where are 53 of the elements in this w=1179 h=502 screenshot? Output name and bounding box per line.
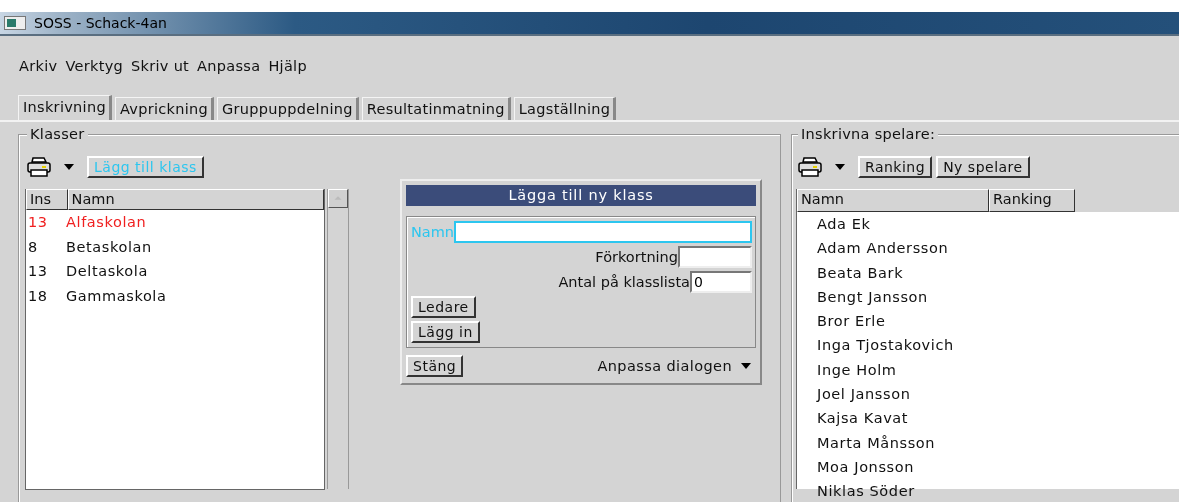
menu-item[interactable]: Skriv ut xyxy=(131,58,190,74)
printer-icon[interactable] xyxy=(27,157,51,177)
input-field[interactable] xyxy=(454,221,752,243)
tab[interactable]: Lagställning xyxy=(513,97,617,120)
column-header[interactable]: Namn xyxy=(67,189,324,210)
player-row[interactable]: Bengt Jansson xyxy=(797,284,1179,310)
close-button[interactable]: Stäng xyxy=(406,355,464,377)
player-row[interactable]: Moa Jonsson xyxy=(797,454,1179,480)
class-row[interactable]: 18 Gammaskola xyxy=(26,283,324,308)
menu-item[interactable]: Arkiv xyxy=(19,58,58,74)
column-header[interactable]: Namn xyxy=(797,189,989,212)
field-label: Antal på klasslista xyxy=(558,274,690,290)
class-row[interactable]: 13 Alfaskolan xyxy=(26,210,324,235)
tab[interactable]: Resultatinmatning xyxy=(361,97,511,120)
group-title: Inskrivna spelare: xyxy=(798,126,939,142)
dialog-button[interactable]: Lägg in xyxy=(411,321,480,343)
dialog-button[interactable]: Ledare xyxy=(411,296,476,318)
field-label: Namn xyxy=(411,224,455,240)
menu-item[interactable]: Hjälp xyxy=(268,58,307,74)
player-row[interactable]: Joel Jansson xyxy=(797,382,1179,407)
window-title: SOSS - Schack-4an xyxy=(34,15,167,31)
caret-icon[interactable] xyxy=(740,362,752,370)
player-row[interactable]: Marta Månsson xyxy=(797,430,1179,455)
player-row[interactable]: Adam Andersson xyxy=(797,236,1179,261)
player-row[interactable]: Kajsa Kavat xyxy=(797,406,1179,431)
tab[interactable]: Inskrivning xyxy=(18,95,112,120)
printer-icon[interactable] xyxy=(798,157,822,177)
input-field[interactable]: 0 xyxy=(690,271,752,293)
column-header[interactable]: Ranking xyxy=(989,189,1075,212)
player-row[interactable]: Niklas Söder xyxy=(797,479,1179,502)
menu-item[interactable]: Verktyg xyxy=(65,58,124,74)
group-title: Klasser xyxy=(27,126,88,142)
player-row[interactable]: Inga Tjostakovich xyxy=(797,333,1179,358)
player-row[interactable]: Ada Ek xyxy=(797,212,1179,237)
class-row[interactable]: 8 Betaskolan xyxy=(26,234,324,259)
tab[interactable]: Gruppuppdelning xyxy=(217,97,359,120)
column-header[interactable]: Ins xyxy=(26,189,68,210)
menu-item[interactable]: Anpassa xyxy=(197,58,261,74)
caret-icon[interactable] xyxy=(63,163,75,171)
toolbar-button[interactable]: Ny spelare xyxy=(936,156,1030,178)
scroll-up-button[interactable] xyxy=(328,189,348,208)
tab[interactable]: Avprickning xyxy=(114,97,215,120)
app-icon xyxy=(4,16,26,30)
class-row[interactable]: 13 Deltaskola xyxy=(26,259,324,284)
player-row[interactable]: Beata Bark xyxy=(797,260,1179,285)
caret-icon[interactable] xyxy=(834,163,846,171)
customize-dialog-link[interactable]: Anpassa dialogen xyxy=(597,358,732,374)
toolbar-button[interactable]: Ranking xyxy=(858,156,933,178)
player-row[interactable]: Inge Holm xyxy=(797,357,1179,383)
dialog-title: Lägga till ny klass xyxy=(406,185,756,206)
field-label: Förkortning xyxy=(595,249,678,265)
player-row[interactable]: Bror Erle xyxy=(797,309,1179,334)
input-field[interactable] xyxy=(678,246,752,268)
